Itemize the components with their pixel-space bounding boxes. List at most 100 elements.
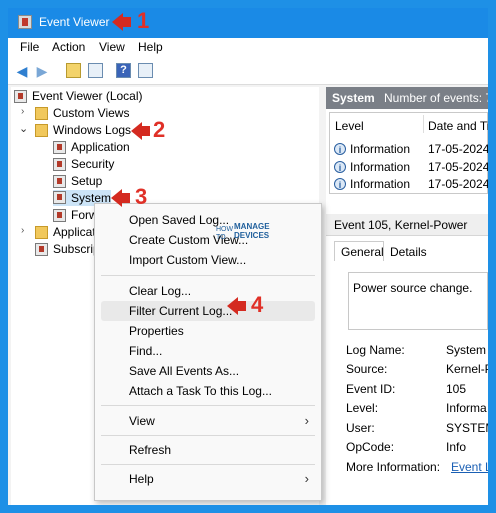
menu-item-label: Find... <box>129 344 163 358</box>
chevron-down-icon[interactable]: ⌄ <box>19 122 28 135</box>
menu-separator <box>101 464 315 465</box>
menu-item-label: Properties <box>129 324 184 338</box>
field-label-log-name: Log Name: <box>346 343 405 357</box>
table-row[interactable]: i Information 17-05-2024 <box>333 159 488 175</box>
event-viewer-window: Event Viewer File Action View Help ◀ ▶ ?… <box>8 8 488 505</box>
row-level: Information <box>350 142 411 156</box>
field-value-level: Informa <box>446 401 487 415</box>
menu-item-label: Import Custom View... <box>129 253 247 267</box>
clear-log-item[interactable]: Clear Log... <box>95 281 321 301</box>
watermark-text: HOW <box>216 226 234 233</box>
subscriptions-icon <box>35 243 48 256</box>
field-label-level: Level: <box>346 401 379 415</box>
watermark-text: TO <box>216 234 226 241</box>
filter-current-log-item[interactable]: Filter Current Log... <box>101 301 315 321</box>
table-row[interactable]: i Information 17-05-2024 <box>333 141 488 157</box>
show-action-pane-icon[interactable] <box>138 63 153 78</box>
menu-help[interactable]: Help <box>138 40 163 54</box>
event-viewer-icon <box>14 90 27 103</box>
column-header-date[interactable]: Date and Ti <box>428 119 488 133</box>
event-log-online-help-link[interactable]: Event L <box>451 460 488 474</box>
chevron-right-icon[interactable]: › <box>21 225 24 236</box>
window-title: Event Viewer <box>39 15 110 29</box>
info-icon: i <box>334 143 346 155</box>
event-message: Power source change. <box>353 281 473 295</box>
field-label-source: Source: <box>346 362 388 376</box>
chevron-right-icon[interactable]: › <box>21 106 24 117</box>
menu-item-label: Open Saved Log... <box>129 213 230 227</box>
event-message-box[interactable]: Power source change. <box>348 272 488 330</box>
tree-item-label: Windows Logs <box>53 123 132 137</box>
show-hide-tree-icon[interactable] <box>88 63 103 78</box>
event-detail-title: Event 105, Kernel-Power <box>334 218 468 232</box>
tree-item-label: Application <box>71 140 130 154</box>
step-marker-1: 1 <box>137 8 150 33</box>
log-header: System Number of events: 7, <box>326 87 488 109</box>
menu-item-label: Help <box>129 472 154 486</box>
folder-icon <box>35 226 48 239</box>
context-menu: Open Saved Log... Create Custom View... … <box>94 203 322 501</box>
menu-item-label: Attach a Task To this Log... <box>129 384 272 398</box>
event-detail-header: Event 105, Kernel-Power <box>326 214 488 236</box>
column-divider[interactable] <box>423 115 424 133</box>
title-bar[interactable]: Event Viewer <box>8 8 488 38</box>
column-header-level[interactable]: Level <box>335 119 364 133</box>
table-row[interactable]: i Information 17-05-2024 <box>333 176 488 192</box>
log-icon <box>53 209 66 222</box>
help-icon[interactable]: ? <box>116 63 131 78</box>
watermark-logo-text: MANAGE DEVICES <box>234 222 270 240</box>
field-value-opcode: Info <box>446 440 467 454</box>
tab-label: General <box>341 245 384 259</box>
log-name: System <box>332 91 375 105</box>
tree-item-label: Applicati <box>53 225 99 239</box>
chevron-right-icon: › <box>304 413 309 428</box>
row-level: Information <box>350 177 411 191</box>
menu-bar: File Action View Help <box>8 38 488 58</box>
log-icon <box>53 191 66 204</box>
tree-item-label: Setup <box>71 174 103 188</box>
refresh-item[interactable]: Refresh <box>95 440 321 460</box>
tab-details[interactable]: Details <box>390 245 427 259</box>
menu-item-label: Refresh <box>129 443 172 457</box>
import-custom-view-item[interactable]: Import Custom View... <box>95 250 321 270</box>
tree-root-label: Event Viewer (Local) <box>32 89 143 103</box>
create-custom-view-item[interactable]: Create Custom View... <box>95 230 321 250</box>
properties-item[interactable]: Properties <box>95 321 321 341</box>
menu-separator <box>101 275 315 276</box>
menu-view[interactable]: View <box>99 40 125 54</box>
menu-action[interactable]: Action <box>52 40 85 54</box>
tree-item-label: Security <box>71 157 115 171</box>
log-icon <box>53 158 66 171</box>
menu-item-label: Clear Log... <box>129 284 192 298</box>
events-table: Level Date and Ti i Information 17-05-20… <box>329 112 488 194</box>
find-item[interactable]: Find... <box>95 341 321 361</box>
help-submenu-item[interactable]: Help › <box>95 469 321 489</box>
menu-separator <box>101 435 315 436</box>
right-panel: System Number of events: 7, Level Date a… <box>326 87 488 505</box>
open-saved-log-item[interactable]: Open Saved Log... <box>95 210 321 230</box>
back-arrow-icon[interactable]: ◀ <box>14 63 30 79</box>
watermark-text: DEVICES <box>234 231 270 240</box>
event-count: Number of events: 7, <box>384 91 488 105</box>
step-marker-3: 3 <box>135 184 148 209</box>
forward-arrow-icon[interactable]: ▶ <box>34 63 50 79</box>
row-level: Information <box>350 160 411 174</box>
row-date: 17-05-2024 <box>428 160 488 174</box>
menu-item-label: View <box>129 414 155 428</box>
step-marker-2: 2 <box>153 117 166 142</box>
field-label-user: User: <box>346 421 375 435</box>
menu-file[interactable]: File <box>20 40 39 54</box>
log-icon <box>53 175 66 188</box>
log-icon <box>53 141 66 154</box>
watermark-text: MANAGE <box>234 222 270 231</box>
view-submenu-item[interactable]: View › <box>95 411 321 431</box>
menu-separator <box>101 405 315 406</box>
save-all-events-item[interactable]: Save All Events As... <box>95 361 321 381</box>
attach-task-item[interactable]: Attach a Task To this Log... <box>95 381 321 401</box>
step-marker-4: 4 <box>251 292 264 317</box>
field-value-log-name: System <box>446 343 487 357</box>
tab-general[interactable]: General <box>334 241 384 261</box>
field-value-user: SYSTEM <box>446 421 488 435</box>
field-label-more-info: More Information: <box>346 460 441 474</box>
up-folder-icon[interactable] <box>66 63 81 78</box>
